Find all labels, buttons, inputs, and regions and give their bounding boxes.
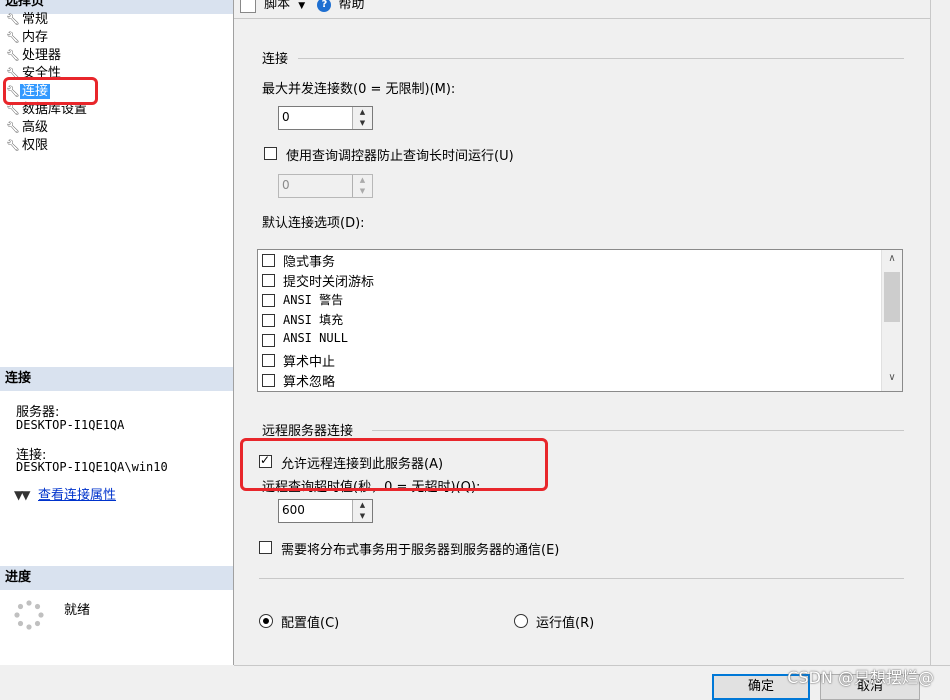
max-connections-value: 0 — [282, 110, 290, 124]
option-label: ANSI 警告 — [283, 293, 344, 307]
wrench-icon: 🔧︎ — [6, 49, 20, 62]
spinner-arrows: ▲ ▼ — [352, 500, 372, 522]
option-label: 算术忽略 — [283, 375, 336, 390]
distributed-transactions-label: 需要将分布式事务用于服务器到服务器的通信(E) — [281, 543, 560, 558]
progress-section-header: 进度 — [0, 566, 233, 590]
script-dropdown-icon[interactable]: ▼ — [298, 1, 305, 11]
help-icon: ? — [317, 0, 332, 12]
page-item-processors[interactable]: 🔧︎ 处理器 — [6, 47, 63, 65]
spin-down-icon[interactable]: ▼ — [353, 186, 372, 197]
option-checkbox[interactable] — [262, 314, 275, 327]
dialog-border — [930, 0, 931, 665]
running-values-label: 运行值(R) — [536, 616, 595, 631]
option-label: ANSI 填充 — [283, 313, 344, 327]
option-label: ANSI NULL — [283, 331, 349, 345]
configured-values-radio[interactable] — [259, 614, 273, 628]
spinner-arrows: ▲ ▼ — [352, 107, 372, 129]
page-item-label: 内存 — [22, 30, 49, 45]
query-governor-label: 使用查询调控器防止查询长时间运行(U) — [286, 149, 514, 164]
wrench-icon: 🔧︎ — [6, 139, 20, 152]
scroll-down-icon[interactable]: ∨ — [882, 372, 902, 383]
section-divider — [259, 578, 904, 579]
page-item-label: 权限 — [22, 138, 49, 153]
running-values-radio[interactable] — [514, 614, 528, 628]
toolbar-divider — [234, 18, 930, 19]
default-options-label: 默认连接选项(D): — [262, 216, 365, 231]
progress-spinner-icon — [14, 600, 44, 630]
distributed-transactions-checkbox[interactable] — [259, 541, 272, 554]
wrench-icon: 🔧︎ — [6, 31, 20, 44]
watermark: CSDN @只想摆烂@ — [787, 668, 934, 687]
spin-down-icon[interactable]: ▼ — [353, 118, 372, 129]
annotation-highlight-remote — [240, 438, 548, 491]
page-item-label: 常规 — [22, 12, 49, 27]
connection-value: DESKTOP-I1QE1QA\win10 — [16, 460, 168, 474]
page-item-advanced[interactable]: 🔧︎ 高级 — [6, 119, 50, 137]
option-label: 提交时关闭游标 — [283, 275, 375, 290]
option-checkbox[interactable] — [262, 354, 275, 367]
page-item-general[interactable]: 🔧︎ 常规 — [6, 11, 50, 29]
connections-group-title: 连接 — [262, 52, 289, 67]
script-icon — [240, 0, 256, 13]
query-governor-value: 0 — [282, 178, 290, 192]
view-connection-properties[interactable]: ▼▼ 查看连接属性 — [14, 484, 116, 503]
scroll-up-icon[interactable]: ∧ — [882, 253, 902, 264]
wrench-icon: 🔧︎ — [6, 13, 20, 26]
option-checkbox[interactable] — [262, 334, 275, 347]
query-governor-spinner[interactable]: 0 ▲ ▼ — [278, 174, 373, 198]
remote-timeout-value: 600 — [282, 503, 305, 517]
page-item-label: 处理器 — [22, 48, 62, 63]
configured-values-label: 配置值(C) — [281, 616, 340, 631]
spinner-arrows: ▲ ▼ — [352, 175, 372, 197]
connection-properties-icon: ▼▼ — [14, 488, 30, 502]
wrench-icon: 🔧︎ — [6, 121, 20, 134]
page-item-label: 高级 — [22, 120, 49, 135]
spin-down-icon[interactable]: ▼ — [353, 511, 372, 522]
connection-section-header: 连接 — [0, 367, 233, 391]
option-checkbox[interactable] — [262, 254, 275, 267]
default-connection-options-list[interactable]: 隐式事务 提交时关闭游标 ANSI 警告 ANSI 填充 ANSI NULL 算… — [257, 249, 903, 392]
server-value: DESKTOP-I1QE1QA — [16, 418, 125, 432]
script-button[interactable]: 脚本 — [264, 0, 290, 12]
annotation-highlight-connections — [3, 77, 98, 105]
query-governor-checkbox[interactable] — [264, 147, 277, 160]
view-connection-properties-link[interactable]: 查看连接属性 — [38, 488, 116, 503]
max-connections-label: 最大并发连接数(0 = 无限制)(M): — [262, 82, 456, 97]
option-checkbox[interactable] — [262, 274, 275, 287]
toolbar: 脚本 ▼ ? 帮助 — [240, 0, 365, 13]
connections-group-line — [298, 58, 904, 59]
option-label: 隐式事务 — [283, 255, 336, 270]
option-label: 算术中止 — [283, 355, 336, 370]
remote-group-line — [372, 430, 904, 431]
radio-selected-dot — [263, 618, 269, 624]
page-item-permissions[interactable]: 🔧︎ 权限 — [6, 137, 50, 155]
option-checkbox[interactable] — [262, 294, 275, 307]
remote-group-title: 远程服务器连接 — [262, 424, 354, 439]
help-button[interactable]: 帮助 — [339, 0, 365, 12]
option-checkbox[interactable] — [262, 374, 275, 387]
progress-status: 就绪 — [64, 603, 91, 618]
page-item-memory[interactable]: 🔧︎ 内存 — [6, 29, 50, 47]
scrollbar-thumb[interactable] — [884, 272, 900, 322]
max-connections-spinner[interactable]: 0 ▲ ▼ — [278, 106, 373, 130]
options-scrollbar[interactable]: ∧ ∨ — [881, 250, 902, 391]
remote-timeout-spinner[interactable]: 600 ▲ ▼ — [278, 499, 373, 523]
